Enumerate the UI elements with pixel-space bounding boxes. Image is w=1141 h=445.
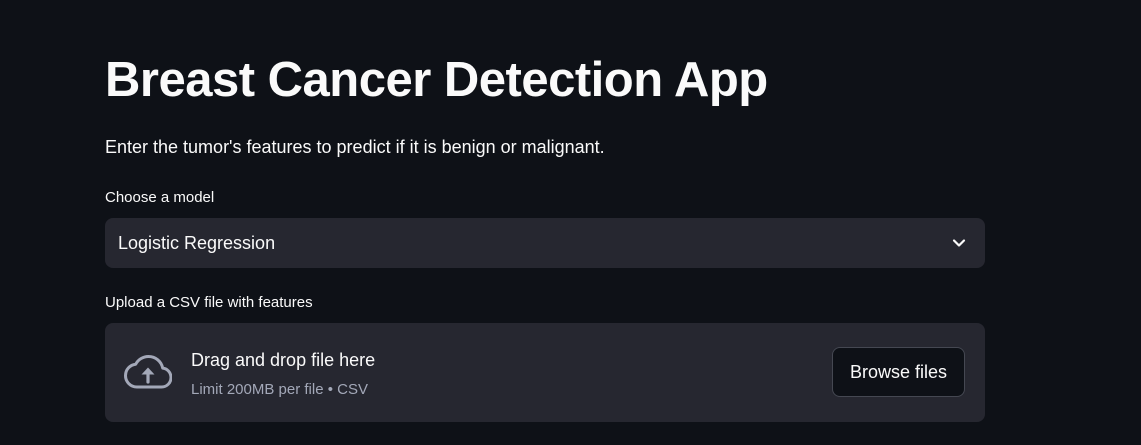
- file-dropzone[interactable]: Drag and drop file here Limit 200MB per …: [105, 323, 985, 422]
- page-title: Breast Cancer Detection App: [105, 53, 768, 107]
- chevron-down-icon[interactable]: [951, 235, 967, 251]
- browse-files-button[interactable]: Browse files: [832, 347, 965, 397]
- page-subtitle: Enter the tumor's features to predict if…: [105, 137, 605, 157]
- dropzone-instructions: Drag and drop file here: [191, 350, 376, 370]
- model-select-value: Logistic Regression: [118, 233, 276, 253]
- model-select-label: Choose a model: [105, 189, 215, 206]
- model-select[interactable]: Logistic Regression: [105, 218, 985, 268]
- dropzone-limit-text: Limit 200MB per file • CSV: [191, 381, 368, 398]
- cloud-upload-icon: [124, 355, 172, 389]
- file-upload-label: Upload a CSV file with features: [105, 294, 313, 311]
